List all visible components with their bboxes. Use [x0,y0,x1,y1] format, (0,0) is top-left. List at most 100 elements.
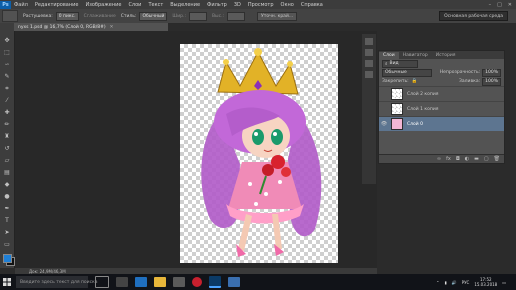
task-view-icon[interactable] [95,276,109,288]
link-layers-icon[interactable]: ∞ [437,156,441,162]
layer-filter-row: ⌕ Вид [379,59,504,68]
opacity-input[interactable]: 100% [482,68,501,77]
pen-tool-icon[interactable]: ✒ [3,205,11,212]
smoothing-checkbox[interactable]: Сглаживание [84,14,116,19]
adjustment-icon[interactable]: ◐ [465,156,469,162]
tab-navigator[interactable]: Навигатор [399,52,432,59]
healing-tool-icon[interactable]: ✚ [3,109,11,116]
layer-row[interactable]: Слой 1 копия [379,101,504,116]
foreground-color-swatch[interactable] [3,254,12,263]
refine-edge-button[interactable]: Уточн. край... [257,11,298,21]
calculator-app-icon[interactable] [116,277,128,287]
photoshop-app-icon[interactable] [209,276,221,288]
path-select-tool-icon[interactable]: ➤ [3,229,11,236]
eyedropper-tool-icon[interactable]: ⁄ [3,97,11,104]
search-placeholder: Введите здесь текст для поиска [20,279,98,285]
close-document-icon[interactable]: ✕ [110,25,114,30]
lock-icon[interactable]: 🔒 [412,79,418,84]
stamp-tool-icon[interactable]: ♜ [3,133,11,140]
width-input[interactable] [188,11,207,21]
windows-start-icon[interactable] [0,274,14,290]
tab-history[interactable]: История [432,52,460,59]
layer-row[interactable]: 👁 Слой 0 [379,116,504,131]
photos-app-icon[interactable] [228,277,240,287]
document-canvas[interactable] [180,44,338,263]
workspace-select[interactable]: Основная рабочая среда [439,11,508,21]
toolbox: ✥ ⬚ ∽ ✎ ⌗ ⁄ ✚ ✏ ♜ ↺ ▱ ▤ ◆ ● ✒ T ➤ ▭ [0,23,15,268]
layer-filter-select[interactable]: ⌕ Вид [382,59,418,68]
clock[interactable]: 17:52 15.03.2018 [474,277,497,287]
quick-select-tool-icon[interactable]: ✎ [3,73,11,80]
brush-tool-icon[interactable]: ✏ [3,121,11,128]
show-hidden-icons-icon[interactable]: ⌃ [436,280,439,285]
style-select[interactable]: Обычный [139,11,168,21]
menu-filter[interactable]: Фильтр [207,2,227,8]
group-icon[interactable]: ▬ [474,156,479,162]
file-explorer-app-icon[interactable] [154,277,166,287]
panel-icon-strip [362,34,376,184]
clock-date: 15.03.2018 [474,282,498,287]
eye-icon[interactable]: 👁 [379,121,389,127]
menu-edit[interactable]: Редактирование [35,2,79,8]
maximize-icon[interactable]: □ [497,2,502,8]
blend-row: Обычные Непрозрачность: 100% [379,68,504,77]
menu-window[interactable]: Окно [281,2,294,8]
feather-input[interactable]: 0 пикс. [55,11,79,21]
store-app-icon[interactable] [173,277,185,287]
eraser-tool-icon[interactable]: ▱ [3,157,11,164]
document-size-status: Док: 24,9M/46,3M [29,268,66,274]
menu-file[interactable]: Файл [14,2,28,8]
dodge-tool-icon[interactable]: ● [3,193,11,200]
layer-name: Слой 1 копия [407,106,439,112]
fill-input[interactable]: 100% [482,77,501,86]
edge-app-icon[interactable] [135,277,147,287]
shape-tool-icon[interactable]: ▭ [3,241,11,248]
marquee-tool-icon[interactable]: ⬚ [3,49,11,56]
menu-layers[interactable]: Слои [128,2,141,8]
close-icon[interactable]: ✕ [508,2,512,8]
height-input[interactable] [227,11,246,21]
history-panel-icon[interactable] [365,38,373,45]
menu-bar: Ps Файл Редактирование Изображение Слои … [0,0,516,9]
volume-icon[interactable]: 🔊 [452,280,457,285]
document-title: nyxs 1.psd @ 16,7% (Слой 0, RGB/8#) [18,24,106,30]
gradient-tool-icon[interactable]: ▤ [3,169,11,176]
tab-layers[interactable]: Слои [379,52,399,59]
language-indicator[interactable]: РУС [462,280,470,285]
menu-3d[interactable]: 3D [234,2,241,8]
type-tool-icon[interactable]: T [3,217,11,224]
fx-icon[interactable]: fx [446,156,451,162]
menu-help[interactable]: Справка [301,2,323,8]
move-tool-icon[interactable]: ✥ [3,37,11,44]
trash-icon[interactable]: 🗑 [494,156,500,162]
layer-name: Слой 2 копия [407,91,439,97]
history-brush-tool-icon[interactable]: ↺ [3,145,11,152]
menu-view[interactable]: Просмотр [248,2,274,8]
height-label: Выс.: [211,13,225,19]
minimize-icon[interactable]: – [489,2,492,8]
taskbar-search-input[interactable]: Введите здесь текст для поиска [16,276,98,288]
lasso-tool-icon[interactable]: ∽ [3,61,11,68]
brush-panel-icon[interactable] [365,60,373,67]
opera-app-icon[interactable] [192,277,202,287]
network-icon[interactable]: ▮ [444,280,446,285]
new-layer-icon[interactable]: ▢ [484,156,489,162]
menu-type[interactable]: Текст [148,2,163,8]
layer-thumbnail [391,88,403,100]
menu-select[interactable]: Выделение [170,2,200,8]
blur-tool-icon[interactable]: ◆ [3,181,11,188]
tool-preset-picker[interactable] [2,10,18,22]
layers-panel-footer: ∞ fx ◘ ◐ ▬ ▢ 🗑 [379,154,504,163]
layer-row[interactable]: Слой 2 копия [379,86,504,101]
menu-image[interactable]: Изображение [85,2,121,8]
character-panel-icon[interactable] [365,71,373,78]
properties-panel-icon[interactable] [365,49,373,56]
chibi-girl-artwork [201,48,322,257]
windows-taskbar: Введите здесь текст для поиска ⌃ ▮ 🔊 РУС… [0,274,516,290]
window-controls: – □ ✕ [489,2,516,8]
crop-tool-icon[interactable]: ⌗ [3,85,11,92]
blend-mode-select[interactable]: Обычные [382,68,432,77]
mask-icon[interactable]: ◘ [456,156,460,162]
notifications-icon[interactable]: ▭ [502,280,506,285]
document-tab[interactable]: nyxs 1.psd @ 16,7% (Слой 0, RGB/8#) ✕ [14,23,168,31]
